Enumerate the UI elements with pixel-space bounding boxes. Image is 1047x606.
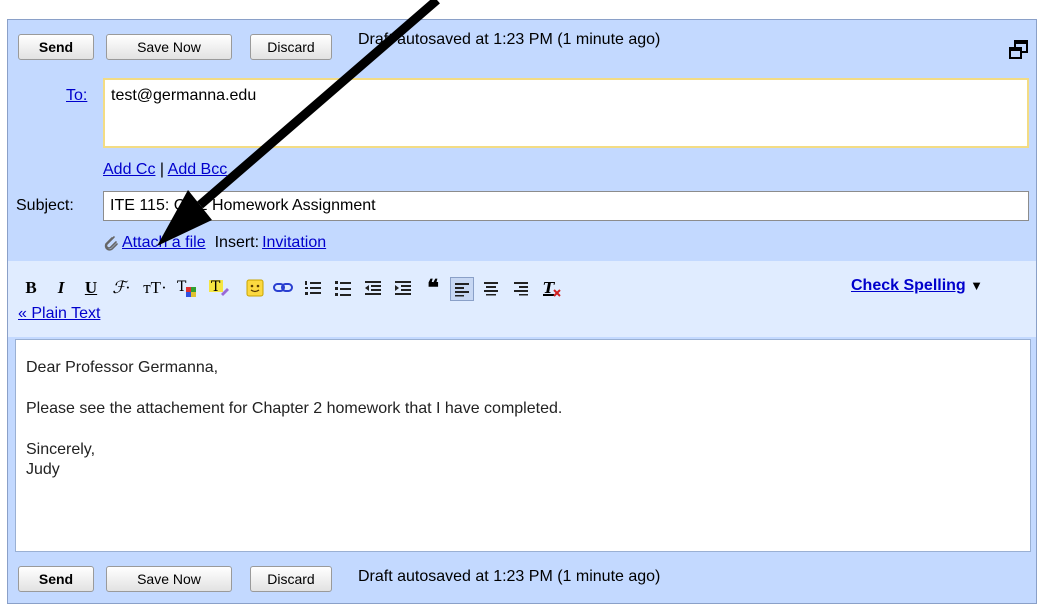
text-color-icon[interactable]: T [176,277,198,299]
insert-label: Insert: [214,234,260,251]
numbered-list-icon[interactable] [302,277,324,299]
message-closing: Sincerely, [26,441,96,458]
align-left-icon[interactable] [450,277,474,301]
send-button-top[interactable]: Send [18,34,94,60]
message-line: Please see the attachement for Chapter 2… [26,400,563,417]
align-right-icon[interactable] [510,277,532,299]
plain-text-link[interactable]: « Plain Text [18,305,100,323]
check-spelling-link[interactable]: Check Spelling [851,277,966,294]
add-bcc-link[interactable]: Add Bcc [168,161,228,178]
check-spelling-control: Check Spelling ▼ [851,277,983,295]
font-size-icon[interactable]: тT· [140,277,170,299]
highlight-icon[interactable]: T [208,277,230,299]
invitation-link[interactable]: Invitation [262,234,326,252]
attach-file-link[interactable]: Attach a file [122,234,206,252]
message-greeting: Dear Professor Germanna, [26,359,219,376]
attach-row: Attach a file Insert: Invitation [103,234,326,252]
italic-icon[interactable]: I [50,277,72,299]
compose-panel: Send Save Now Discard Draft autosaved at… [7,19,1037,604]
link-icon[interactable] [272,277,294,299]
remove-formatting-icon[interactable]: T [540,277,562,299]
indent-more-icon[interactable] [392,277,414,299]
autosave-status-top: Draft autosaved at 1:23 PM (1 minute ago… [358,31,661,48]
cc-bcc-links: Add Cc | Add Bcc [103,161,227,179]
bold-icon[interactable]: B [20,277,42,299]
subject-value: ITE 115: Ch 2 Homework Assignment [110,197,376,214]
bullet-list-icon[interactable] [332,277,354,299]
send-button-bottom[interactable]: Send [18,566,94,592]
to-label-link[interactable]: To: [66,87,87,105]
to-field[interactable]: test@germanna.edu [103,78,1029,148]
emoticon-icon[interactable] [244,277,266,299]
font-icon[interactable]: ℱ· [106,277,136,299]
underline-icon[interactable]: U [80,277,102,299]
svg-text:T: T [177,279,187,295]
quote-icon[interactable]: ❝ [422,275,444,300]
message-signature: Judy [26,461,60,478]
svg-text:T: T [211,279,221,295]
subject-label: Subject: [16,197,74,214]
paperclip-icon [103,234,119,252]
formatting-toolbar: B I U ℱ· тT· T T ❝ T Check Spelling ▼ « … [8,261,1036,337]
discard-button-top[interactable]: Discard [250,34,332,60]
to-value: test@germanna.edu [111,87,257,104]
message-body-editor[interactable]: Dear Professor Germanna, Please see the … [15,339,1031,552]
cc-separator: | [159,161,165,178]
chevron-down-icon[interactable]: ▼ [970,278,983,293]
pop-out-icon[interactable] [1009,40,1029,60]
subject-input[interactable]: ITE 115: Ch 2 Homework Assignment [103,191,1029,221]
save-now-button-top[interactable]: Save Now [106,34,232,60]
indent-less-icon[interactable] [362,277,384,299]
discard-button-bottom[interactable]: Discard [250,566,332,592]
align-center-icon[interactable] [480,277,502,299]
autosave-status-bottom: Draft autosaved at 1:23 PM (1 minute ago… [358,568,661,585]
save-now-button-bottom[interactable]: Save Now [106,566,232,592]
add-cc-link[interactable]: Add Cc [103,161,155,178]
